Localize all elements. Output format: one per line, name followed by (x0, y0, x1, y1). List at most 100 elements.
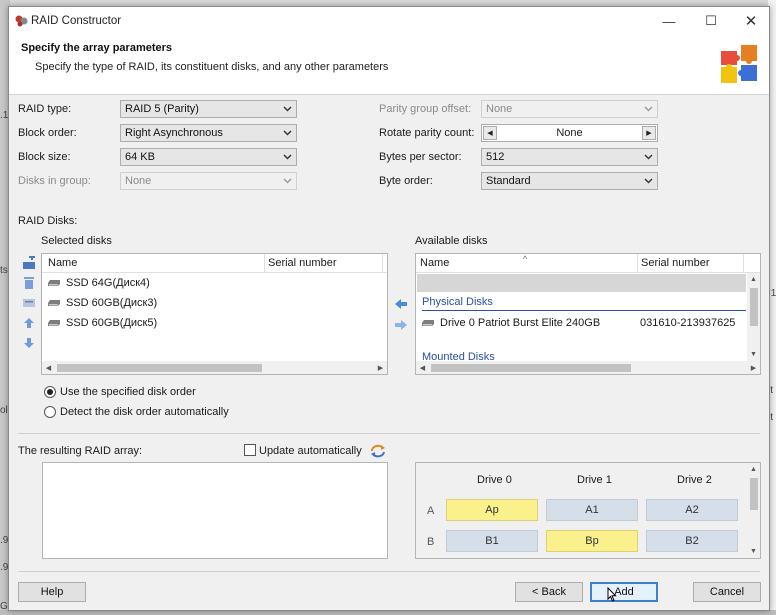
decrement-button[interactable]: ◀ (483, 126, 497, 140)
disk-name: SSD 64G(Диск4) (66, 277, 150, 289)
scroll-left-icon[interactable]: ◀ (42, 361, 55, 374)
disk-serial: 031610-213937625 (640, 317, 736, 329)
list-header: Name ^ Serial number (416, 254, 760, 273)
parity-block: Ap (446, 499, 538, 521)
scroll-right-icon[interactable]: ▶ (747, 361, 760, 374)
scroll-up-icon[interactable]: ▲ (747, 273, 760, 286)
scroll-right-icon[interactable]: ▶ (374, 361, 387, 374)
scroll-down-icon[interactable]: ▼ (747, 348, 760, 361)
selected-disks-list[interactable]: Name Serial number SSD 64G(Диск4) SSD 60… (41, 253, 388, 375)
auto-order-label[interactable]: Detect the disk order automatically (60, 406, 229, 418)
group-header-mounted-disks[interactable]: Mounted Disks (422, 351, 495, 360)
sort-ascending-icon: ^ (523, 254, 528, 264)
row-label: A (427, 505, 435, 517)
available-disks-list[interactable]: Name ^ Serial number Physical Disks Driv… (415, 253, 761, 375)
scroll-thumb[interactable] (57, 364, 262, 372)
chevron-down-icon (281, 101, 293, 117)
scroll-down-icon[interactable]: ▼ (747, 545, 760, 558)
add-disk-button[interactable] (21, 255, 37, 271)
resulting-array-label: The resulting RAID array: (18, 445, 143, 457)
bytes-per-sector-select[interactable]: 512 (481, 148, 658, 166)
resulting-array-box (42, 462, 388, 559)
move-up-button[interactable] (21, 315, 37, 331)
vertical-scrollbar[interactable]: ▲ ▼ (747, 463, 760, 558)
trash-icon (24, 277, 34, 289)
parity-group-offset-value: None (486, 103, 513, 115)
move-to-available-button[interactable] (393, 317, 409, 333)
column-header-serial[interactable]: Serial number (641, 257, 709, 269)
disk-name: SSD 60GB(Диск3) (66, 297, 158, 309)
disk-properties-button[interactable] (21, 295, 37, 311)
column-header-name[interactable]: Name (420, 257, 449, 269)
group-header-physical-disks[interactable]: Physical Disks (422, 293, 746, 311)
block-size-select[interactable]: 64 KB (120, 148, 297, 166)
refresh-button[interactable] (370, 443, 386, 459)
byte-order-select[interactable]: Standard (481, 172, 658, 190)
minimize-button[interactable]: — (649, 7, 689, 35)
data-block: B1 (446, 530, 538, 552)
list-item[interactable]: SSD 60GB(Диск5) (48, 314, 157, 332)
scroll-left-icon[interactable]: ◀ (416, 361, 429, 374)
disk-icon (422, 320, 434, 326)
chevron-down-icon (281, 125, 293, 141)
help-button[interactable]: Help (18, 582, 86, 602)
scroll-up-icon[interactable]: ▲ (747, 463, 760, 476)
raid-type-select[interactable]: RAID 5 (Parity) (120, 100, 297, 118)
bytes-per-sector-label: Bytes per sector: (379, 151, 462, 163)
header-subtitle: Specify the type of RAID, its constituen… (35, 61, 389, 73)
parity-block: Bp (546, 530, 638, 552)
vertical-scrollbar[interactable]: ▲ ▼ (747, 273, 760, 361)
list-item[interactable]: SSD 60GB(Диск3) (48, 294, 157, 312)
scroll-thumb[interactable] (750, 288, 758, 326)
puzzle-icon (721, 45, 757, 83)
block-order-select[interactable]: Right Asynchronous (120, 124, 297, 142)
update-automatically-label[interactable]: Update automatically (259, 445, 362, 457)
specified-order-radio[interactable] (44, 386, 56, 398)
remove-disk-button[interactable] (21, 275, 37, 291)
increment-button[interactable]: ▶ (642, 126, 656, 140)
scroll-thumb[interactable] (750, 478, 758, 510)
disk-icon (48, 300, 60, 306)
column-header-serial[interactable]: Serial number (268, 257, 336, 269)
list-item-selected[interactable] (417, 274, 746, 292)
arrow-right-icon (395, 320, 407, 330)
rotate-parity-count-stepper[interactable]: ◀ None ▶ (481, 124, 658, 142)
cancel-button[interactable]: Cancel (693, 582, 761, 602)
list-item[interactable]: Drive 0 Patriot Burst Elite 240GB 031610… (422, 314, 746, 332)
data-block: A1 (546, 499, 638, 521)
title-bar: RAID Constructor — ☐ ✕ (9, 7, 769, 35)
list-item[interactable]: SSD 64G(Диск4) (48, 274, 150, 292)
raid-constructor-dialog: RAID Constructor — ☐ ✕ Specify the array… (8, 6, 770, 611)
arrow-left-icon (395, 299, 407, 309)
arrow-down-icon (24, 338, 34, 348)
available-disks-label: Available disks (415, 235, 488, 247)
chevron-down-icon (281, 173, 293, 189)
selected-disks-label: Selected disks (41, 235, 112, 247)
column-header-name[interactable]: Name (48, 257, 77, 269)
raid-disks-label: RAID Disks: (18, 215, 78, 227)
disk-icon (48, 280, 60, 286)
horizontal-scrollbar[interactable]: ◀ ▶ (42, 361, 387, 374)
move-to-selected-button[interactable] (393, 296, 409, 312)
parity-group-offset-select[interactable]: None (481, 100, 658, 118)
scroll-thumb[interactable] (431, 364, 631, 372)
drive-header: Drive 1 (577, 474, 612, 486)
horizontal-scrollbar[interactable]: ◀ ▶ (416, 361, 760, 374)
disks-in-group-label: Disks in group: (18, 175, 91, 187)
list-header: Name Serial number (42, 254, 387, 273)
data-block: A2 (646, 499, 738, 521)
auto-order-radio[interactable] (44, 406, 56, 418)
disks-in-group-select[interactable]: None (120, 172, 297, 190)
refresh-icon (371, 444, 385, 458)
close-button[interactable]: ✕ (731, 7, 771, 35)
move-down-button[interactable] (21, 335, 37, 351)
disk-icon (48, 320, 60, 326)
update-automatically-checkbox[interactable] (244, 444, 256, 456)
disk-name: Drive 0 Patriot Burst Elite 240GB (440, 317, 601, 329)
specified-order-label[interactable]: Use the specified disk order (60, 386, 196, 398)
maximize-button[interactable]: ☐ (691, 7, 731, 35)
rotate-parity-count-label: Rotate parity count: (379, 127, 475, 139)
back-button[interactable]: < Back (515, 582, 583, 602)
add-button[interactable]: Add (590, 582, 658, 602)
rotate-parity-count-value: None (556, 127, 583, 139)
